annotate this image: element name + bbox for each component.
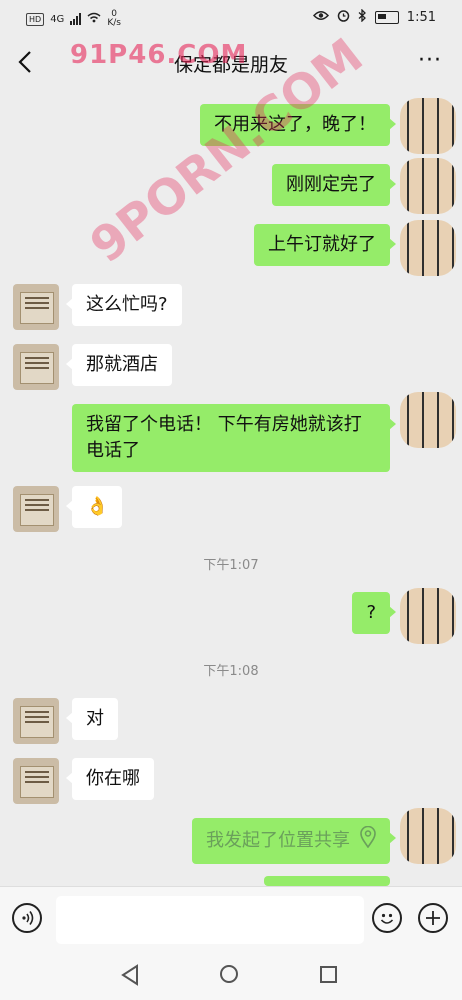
emoji-icon[interactable] <box>372 903 402 933</box>
message-bubble-sent[interactable]: 不用来这了，晚了！ <box>200 104 396 146</box>
nav-recent-icon[interactable] <box>320 966 337 983</box>
plus-icon[interactable] <box>418 903 448 933</box>
avatar-contact[interactable] <box>13 284 59 330</box>
message-input[interactable] <box>56 896 364 944</box>
system-nav-bar <box>0 950 462 1000</box>
chat-title: 保定都是朋友 <box>173 54 288 76</box>
message-bubble-sent[interactable] <box>264 876 396 902</box>
message-bubble-received[interactable]: 对 <box>66 698 118 740</box>
message-bubble-sent[interactable]: ? <box>352 592 396 634</box>
bluetooth-icon <box>358 8 367 26</box>
hd-badge: HD <box>26 12 45 26</box>
signal-icon <box>70 13 82 25</box>
voice-icon[interactable] <box>12 903 42 933</box>
message-bubble-sent[interactable]: 刚刚定完了 <box>272 164 396 206</box>
network-type: 4G <box>50 13 65 25</box>
avatar-contact[interactable] <box>13 758 59 804</box>
status-right: 1:51 <box>312 8 436 26</box>
battery-icon <box>374 11 399 24</box>
net-speed-unit: K/s <box>107 18 121 28</box>
message-bubble-received[interactable]: 你在哪 <box>66 758 154 800</box>
message-bubble-sent[interactable]: 我留了个电话！ 下午有房她就该打 电话了 <box>72 404 396 472</box>
message-bubble-sent[interactable]: 上午订就好了 <box>254 224 396 266</box>
nav-back-icon[interactable] <box>120 964 140 990</box>
avatar-self[interactable] <box>400 392 456 448</box>
location-share-bubble[interactable]: 我发起了位置共享 <box>192 818 396 864</box>
avatar-self[interactable] <box>400 220 456 276</box>
message-line: 我留了个电话！ 下午有房她就该打 <box>86 414 362 435</box>
avatar-contact[interactable] <box>13 344 59 390</box>
input-bar <box>0 886 462 951</box>
timestamp: 下午1:08 <box>203 664 259 679</box>
avatar-self[interactable] <box>400 98 456 154</box>
status-bar: HD 4G 0 K/s 1:51 <box>0 0 462 34</box>
net-speed: 0 K/s <box>107 10 121 28</box>
avatar-contact[interactable] <box>13 698 59 744</box>
message-list[interactable]: 不用来这了，晚了！ 刚刚定完了 上午订就好了 这么忙吗? 那就酒店 我留了个电话… <box>0 90 462 902</box>
alarm-icon <box>337 9 350 26</box>
location-share-text: 我发起了位置共享 <box>206 830 350 851</box>
message-bubble-received[interactable]: 这么忙吗? <box>66 284 182 326</box>
message-bubble-received[interactable]: 那就酒店 <box>66 344 172 386</box>
avatar-self[interactable] <box>400 808 456 864</box>
message-bubble-received[interactable]: 👌 <box>65 486 123 528</box>
timestamp: 下午1:07 <box>203 558 259 573</box>
avatar-contact[interactable] <box>13 486 59 532</box>
eye-icon <box>312 10 329 25</box>
avatar-self[interactable] <box>400 158 456 214</box>
message-line: 电话了 <box>86 440 140 461</box>
nav-home-icon[interactable] <box>220 965 238 983</box>
avatar-self[interactable] <box>400 588 456 644</box>
more-dots-icon[interactable]: ··· <box>418 48 442 73</box>
status-left: HD 4G 0 K/s <box>26 10 121 28</box>
status-time: 1:51 <box>406 10 436 25</box>
chat-header: 保定都是朋友 ··· <box>0 34 462 90</box>
location-pin-icon <box>360 825 376 856</box>
wifi-icon <box>87 12 101 26</box>
